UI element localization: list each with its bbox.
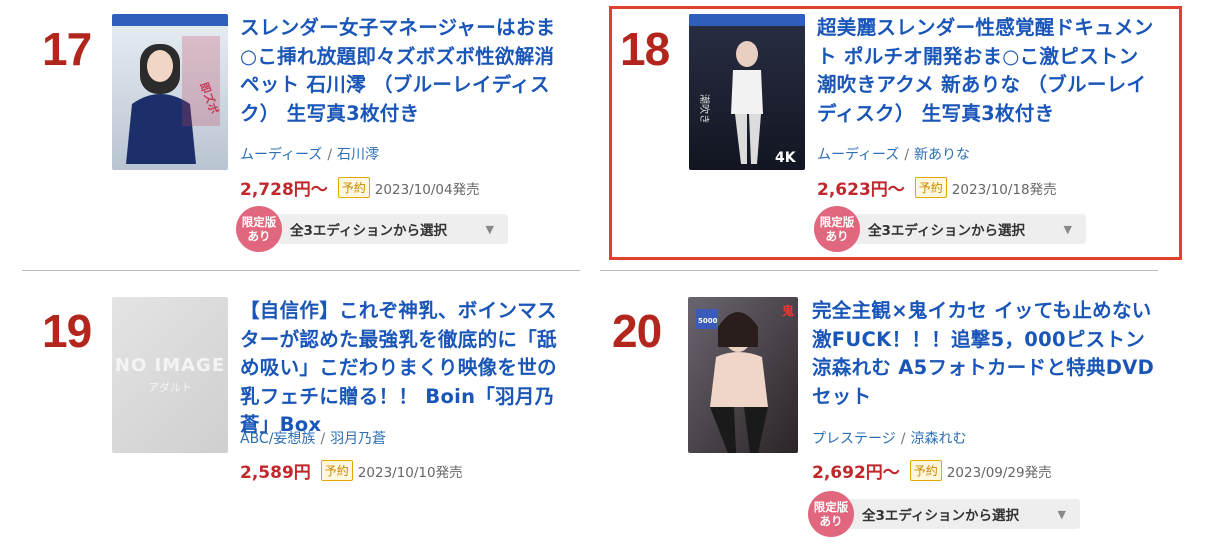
no-image-sublabel: アダルト xyxy=(148,381,192,394)
svg-text:5000: 5000 xyxy=(698,317,718,325)
cover-image[interactable]: 5000 鬼 xyxy=(688,297,798,453)
meta-separator: / xyxy=(327,147,333,163)
edition-select-label: 全3エディションから選択 xyxy=(290,223,447,239)
release-date: 2023/10/18発売 xyxy=(951,181,1057,198)
cover-image[interactable]: 即ズボ xyxy=(112,14,228,170)
meta-row: ムーディーズ / 石川澪 xyxy=(240,144,379,164)
edition-group: 限定版 あり 全3エディションから選択 ▼ xyxy=(808,491,1080,537)
rank-number: 17 xyxy=(42,23,92,75)
price-row: 2,692円〜 予約 2023/09/29発売 xyxy=(812,458,1052,483)
no-image-placeholder: NO IMAGE アダルト xyxy=(112,297,228,453)
edition-select[interactable]: 全3エディションから選択 ▼ xyxy=(276,214,508,244)
dropdown-arrow-icon: ▼ xyxy=(1057,507,1066,521)
rank-number: 20 xyxy=(612,305,662,357)
price: 2,623円〜 xyxy=(817,180,905,200)
cover-image[interactable]: 潮吹き 4K xyxy=(689,14,805,170)
maker-link[interactable]: プレステージ xyxy=(812,431,896,447)
actress-link[interactable]: 羽月乃蒼 xyxy=(330,431,386,447)
edition-select[interactable]: 全3エディションから選択 ▼ xyxy=(848,499,1080,529)
dropdown-arrow-icon: ▼ xyxy=(485,222,494,236)
limited-badge-line1: 限定版 xyxy=(241,215,277,229)
price: 2,589円 xyxy=(240,463,311,483)
product-title-link[interactable]: 超美麗スレンダー性感覚醒ドキュメント ポルチオ開発おま○こ激ピストン潮吹きアクメ… xyxy=(817,14,1157,128)
reserve-badge: 予約 xyxy=(337,177,370,198)
limited-badge-line2: あり xyxy=(819,514,843,528)
row-divider xyxy=(22,270,580,271)
maker-link[interactable]: ムーディーズ xyxy=(240,147,322,163)
rank-number: 19 xyxy=(42,305,92,357)
release-date: 2023/09/29発売 xyxy=(946,464,1052,481)
meta-row: ムーディーズ / 新ありな xyxy=(817,144,970,164)
limited-badge-line1: 限定版 xyxy=(813,500,849,514)
no-image-label: NO IMAGE xyxy=(114,355,226,376)
edition-group: 限定版 あり 全3エディションから選択 ▼ xyxy=(236,206,508,252)
reserve-badge: 予約 xyxy=(914,177,947,198)
meta-row: プレステージ / 涼森れむ xyxy=(812,428,966,448)
svg-text:鬼: 鬼 xyxy=(782,303,794,318)
product-title-link[interactable]: 完全主観×鬼イカセ イッても止めない激FUCK！！！追撃5，000ピストン 涼森… xyxy=(812,297,1157,411)
meta-row: ABC/妄想族 / 羽月乃蒼 xyxy=(240,428,386,448)
rank-number: 18 xyxy=(620,23,670,75)
limited-badge: 限定版 あり xyxy=(814,206,860,252)
price: 2,728円〜 xyxy=(240,180,328,200)
actress-link[interactable]: 涼森れむ xyxy=(910,431,966,447)
cover-image[interactable]: NO IMAGE アダルト xyxy=(112,297,228,453)
limited-badge: 限定版 あり xyxy=(236,206,282,252)
price-row: 2,589円 予約 2023/10/10発売 xyxy=(240,458,463,483)
meta-separator: / xyxy=(900,431,906,447)
reserve-badge: 予約 xyxy=(320,460,353,481)
edition-select[interactable]: 全3エディションから選択 ▼ xyxy=(854,214,1086,244)
release-date: 2023/10/10発売 xyxy=(357,464,463,481)
dropdown-arrow-icon: ▼ xyxy=(1063,222,1072,236)
edition-select-label: 全3エディションから選択 xyxy=(862,508,1019,524)
release-date: 2023/10/04発売 xyxy=(374,181,480,198)
actress-link[interactable]: 新ありな xyxy=(914,147,970,163)
price-row: 2,728円〜 予約 2023/10/04発売 xyxy=(240,175,480,200)
svg-text:4K: 4K xyxy=(775,150,797,166)
limited-badge-line2: あり xyxy=(247,229,271,243)
actress-link[interactable]: 石川澪 xyxy=(337,147,379,163)
svg-text:潮吹き: 潮吹き xyxy=(698,94,711,124)
edition-group: 限定版 あり 全3エディションから選択 ▼ xyxy=(814,206,1086,252)
limited-badge: 限定版 あり xyxy=(808,491,854,537)
reserve-badge: 予約 xyxy=(909,460,942,481)
product-title-link[interactable]: 【自信作】これぞ神乳、ボインマスターが認めた最強乳を徹底的に「舐め吸い」こだわり… xyxy=(240,297,570,440)
maker-link[interactable]: ムーディーズ xyxy=(817,147,899,163)
product-title-link[interactable]: スレンダー女子マネージャーはおま○こ挿れ放題即々ズボズボ性欲解消ペット 石川澪 … xyxy=(240,14,568,128)
row-divider xyxy=(600,270,1158,271)
maker-link[interactable]: ABC/妄想族 xyxy=(240,431,315,447)
price-row: 2,623円〜 予約 2023/10/18発売 xyxy=(817,175,1057,200)
limited-badge-line1: 限定版 xyxy=(819,215,855,229)
meta-separator: / xyxy=(904,147,910,163)
price: 2,692円〜 xyxy=(812,463,900,483)
meta-separator: / xyxy=(320,431,326,447)
limited-badge-line2: あり xyxy=(825,229,849,243)
edition-select-label: 全3エディションから選択 xyxy=(868,223,1025,239)
